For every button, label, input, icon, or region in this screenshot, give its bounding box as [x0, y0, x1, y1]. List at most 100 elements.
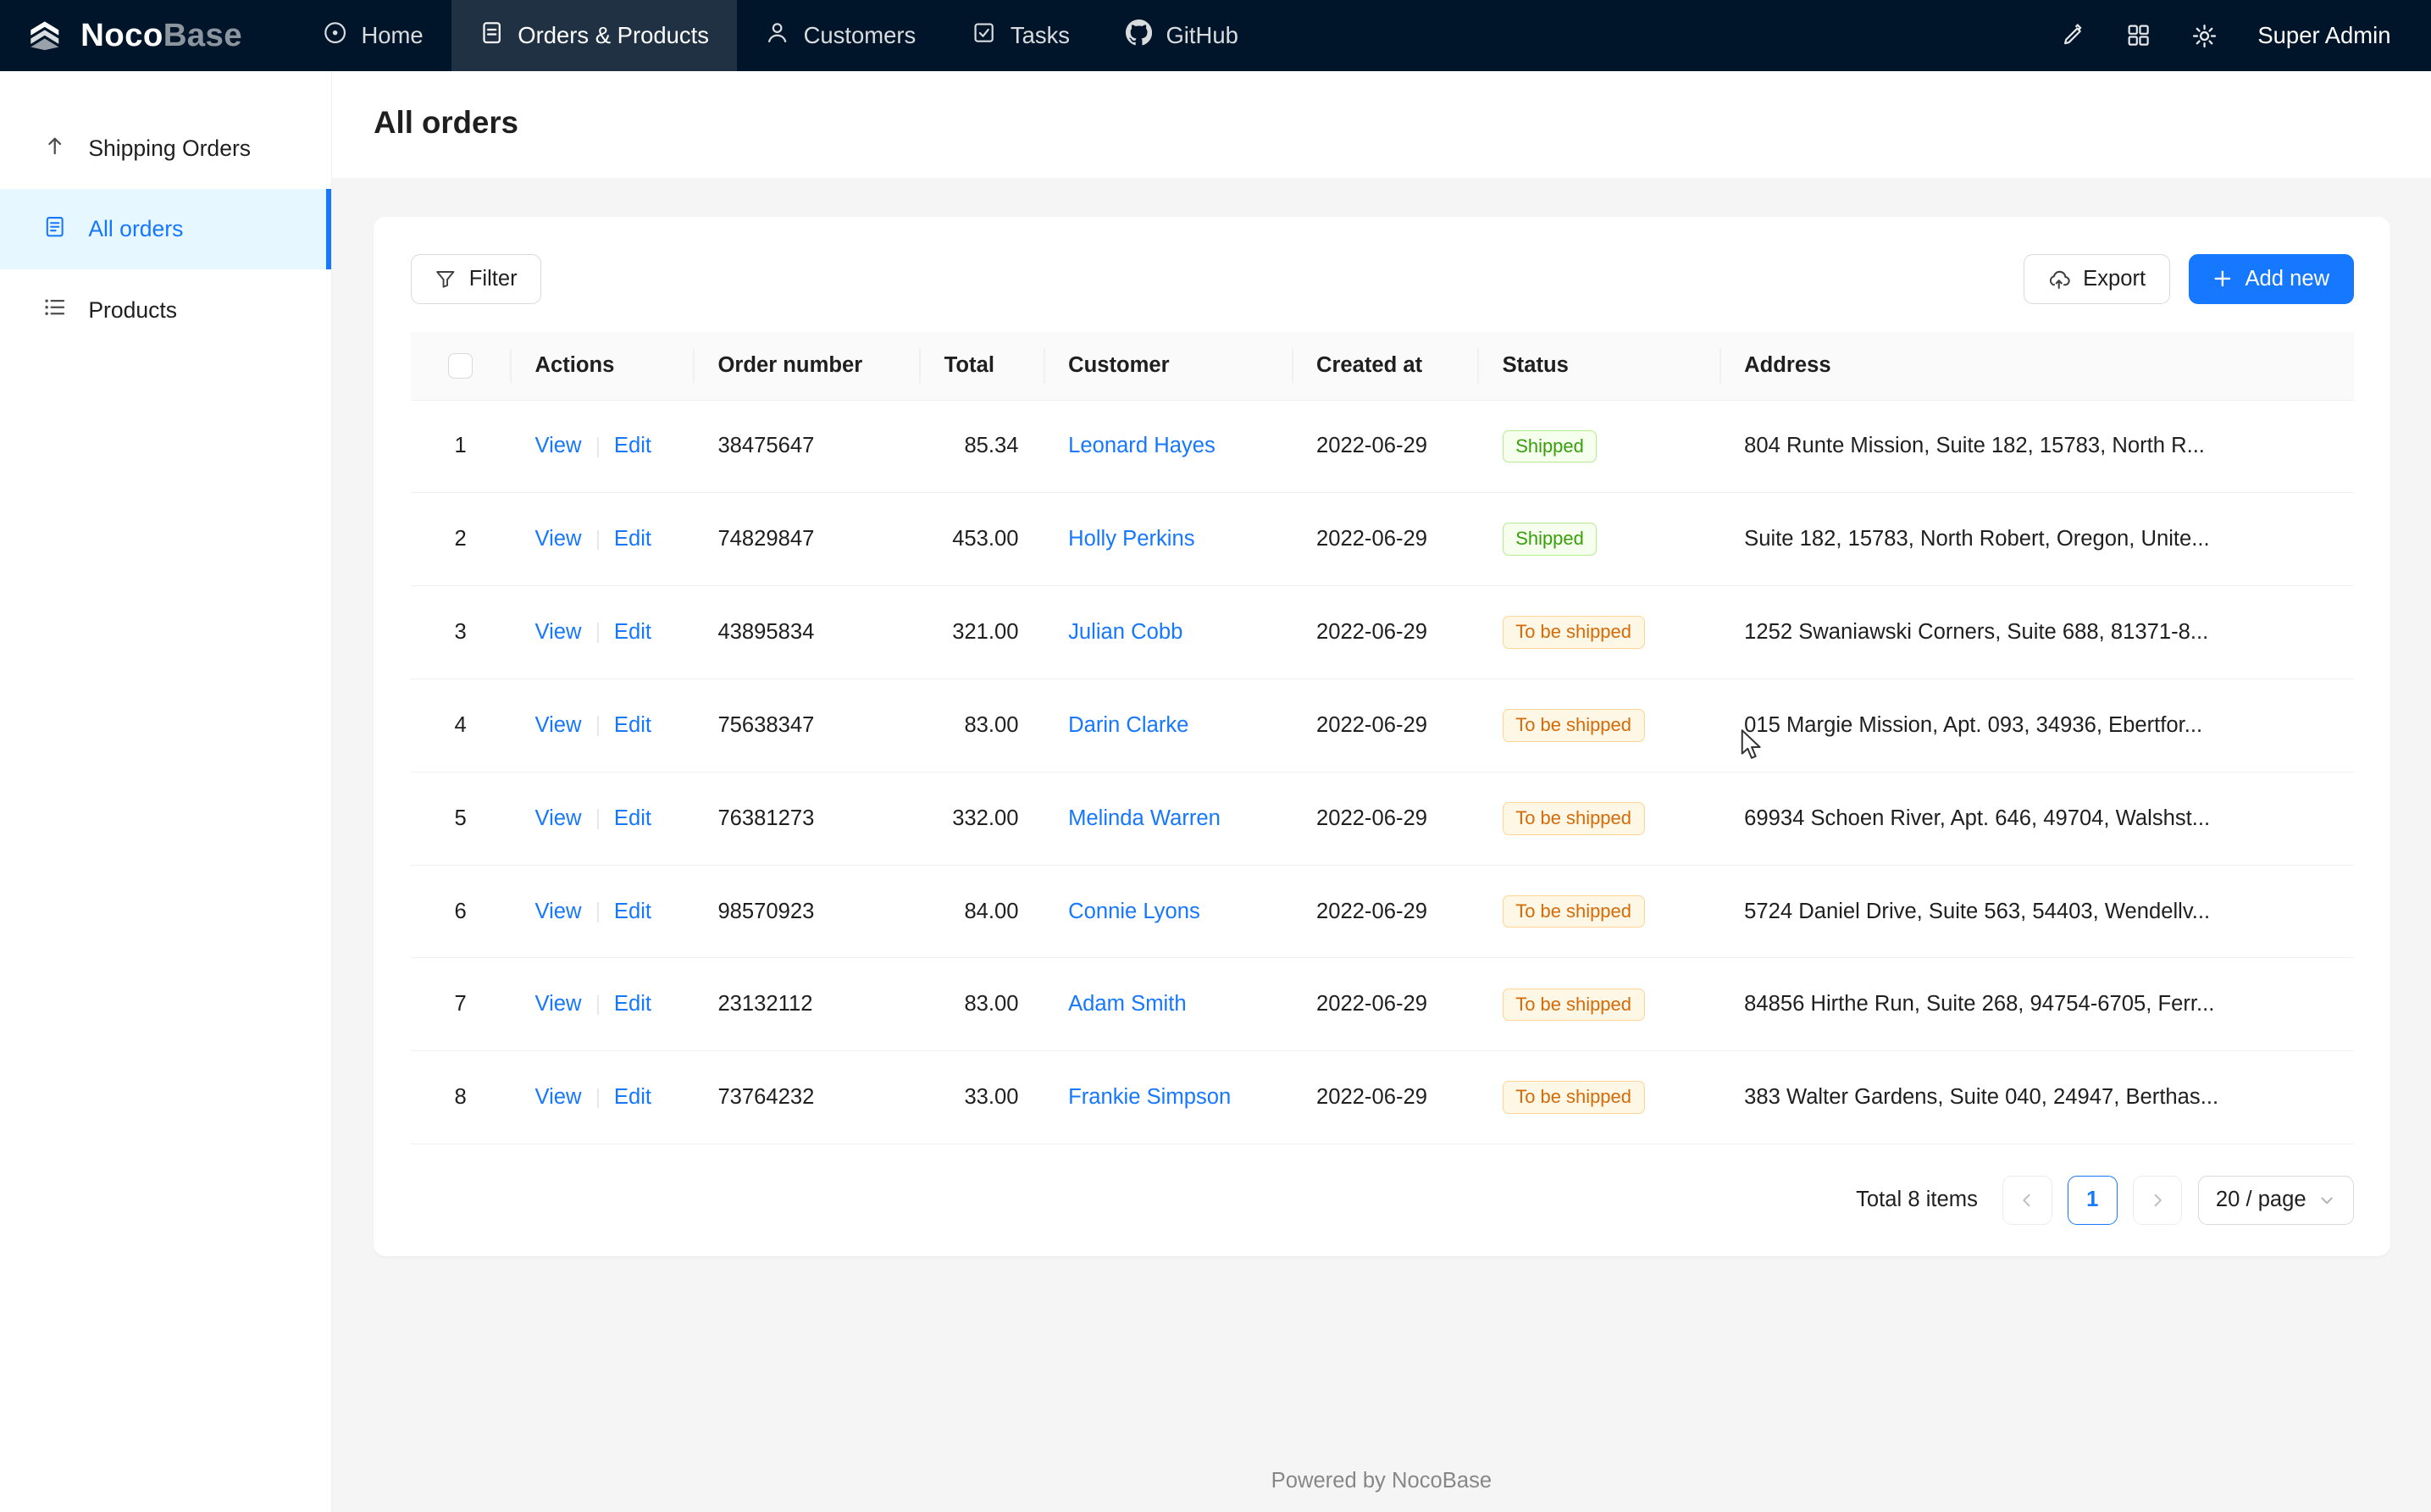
created-at-cell: 2022-06-29: [1292, 679, 1478, 773]
edit-link[interactable]: Edit: [614, 620, 651, 644]
col-header-actions: Actions: [510, 332, 693, 401]
order-number-cell: 76381273: [693, 772, 919, 865]
customer-link[interactable]: Leonard Hayes: [1068, 434, 1216, 457]
nav-label: GitHub: [1166, 22, 1238, 49]
next-page-button[interactable]: [2133, 1176, 2183, 1226]
customer-cell: Frankie Simpson: [1044, 1051, 1292, 1144]
table-row: 7 ViewEdit 23132112 83.00 Adam Smith 202…: [411, 958, 2354, 1051]
customer-link[interactable]: Adam Smith: [1068, 992, 1186, 1016]
add-new-button[interactable]: Add new: [2189, 254, 2354, 304]
plugin-manager-button[interactable]: [2126, 23, 2151, 47]
user-menu[interactable]: Super Admin: [2257, 22, 2390, 49]
nav-item-tasks[interactable]: Tasks: [944, 0, 1098, 71]
sidebar-item-label: Shipping Orders: [88, 136, 251, 162]
nav-item-home[interactable]: Home: [295, 0, 451, 71]
nav-label: Orders & Products: [518, 22, 709, 49]
status-cell: To be shipped: [1477, 679, 1719, 773]
filter-button[interactable]: Filter: [411, 254, 541, 304]
nav-item-customers[interactable]: Customers: [737, 0, 944, 71]
col-header-address: Address: [1719, 332, 2354, 401]
page-size-select[interactable]: 20 / page: [2198, 1176, 2354, 1226]
table-header: Actions Order number Total Customer Crea…: [411, 332, 2354, 401]
row-index: 3: [411, 586, 510, 679]
sidebar-item-all-orders[interactable]: All orders: [0, 189, 331, 269]
order-number-cell: 98570923: [693, 865, 919, 958]
nav-item-github[interactable]: GitHub: [1098, 0, 1266, 71]
sidebar-item-products[interactable]: Products: [0, 269, 331, 350]
view-link[interactable]: View: [534, 992, 581, 1016]
view-link[interactable]: View: [534, 1085, 581, 1109]
address-cell: 015 Margie Mission, Apt. 093, 34936, Ebe…: [1719, 679, 2354, 773]
page-1-button[interactable]: 1: [2068, 1176, 2118, 1226]
created-at-cell: 2022-06-29: [1292, 865, 1478, 958]
customer-cell: Leonard Hayes: [1044, 400, 1292, 493]
customer-link[interactable]: Darin Clarke: [1068, 713, 1188, 737]
view-link[interactable]: View: [534, 806, 581, 830]
ui-editor-button[interactable]: [2061, 23, 2085, 47]
github-icon: [1126, 19, 1152, 52]
table-row: 6 ViewEdit 98570923 84.00 Connie Lyons 2…: [411, 865, 2354, 958]
customer-link[interactable]: Julian Cobb: [1068, 620, 1182, 644]
page-header: All orders: [332, 71, 2431, 178]
brand[interactable]: NocoBase: [0, 0, 295, 71]
table-row: 4 ViewEdit 75638347 83.00 Darin Clarke 2…: [411, 679, 2354, 773]
total-cell: 332.00: [919, 772, 1043, 865]
filter-label: Filter: [469, 267, 518, 291]
created-at-cell: 2022-06-29: [1292, 772, 1478, 865]
system-settings-button[interactable]: [2191, 23, 2218, 49]
order-number-cell: 23132112: [693, 958, 919, 1051]
address-cell: 84856 Hirthe Run, Suite 268, 94754-6705,…: [1719, 958, 2354, 1051]
export-label: Export: [2083, 267, 2146, 291]
edit-link[interactable]: Edit: [614, 900, 651, 923]
export-icon: [2047, 268, 2070, 291]
row-index: 1: [411, 400, 510, 493]
view-link[interactable]: View: [534, 900, 581, 923]
edit-link[interactable]: Edit: [614, 1085, 651, 1109]
customer-link[interactable]: Connie Lyons: [1068, 900, 1200, 923]
row-index: 4: [411, 679, 510, 773]
order-number-cell: 38475647: [693, 400, 919, 493]
customer-link[interactable]: Holly Perkins: [1068, 527, 1194, 551]
status-badge: Shipped: [1503, 430, 1598, 463]
customers-icon: [765, 20, 789, 51]
view-link[interactable]: View: [534, 713, 581, 737]
action-divider: [597, 809, 599, 829]
export-button[interactable]: Export: [2024, 254, 2170, 304]
edit-link[interactable]: Edit: [614, 713, 651, 737]
status-badge: To be shipped: [1503, 802, 1645, 835]
col-header-order-number: Order number: [693, 332, 919, 401]
table-body: 1 ViewEdit 38475647 85.34 Leonard Hayes …: [411, 400, 2354, 1144]
created-at-cell: 2022-06-29: [1292, 958, 1478, 1051]
sidebar-item-label: All orders: [88, 216, 183, 242]
status-cell: To be shipped: [1477, 772, 1719, 865]
address-cell: 69934 Schoen River, Apt. 646, 49704, Wal…: [1719, 772, 2354, 865]
select-all-checkbox[interactable]: [448, 353, 473, 378]
prev-page-button[interactable]: [2002, 1176, 2052, 1226]
edit-link[interactable]: Edit: [614, 806, 651, 830]
sidebar-item-shipping-orders[interactable]: Shipping Orders: [0, 108, 331, 189]
edit-link[interactable]: Edit: [614, 434, 651, 457]
customer-link[interactable]: Melinda Warren: [1068, 806, 1221, 830]
action-divider: [597, 995, 599, 1016]
total-cell: 84.00: [919, 865, 1043, 958]
highlighter-icon: [2061, 23, 2085, 47]
row-actions: View Edit: [510, 958, 693, 1051]
row-actions: View Edit: [510, 1051, 693, 1144]
customer-cell: Julian Cobb: [1044, 586, 1292, 679]
edit-link[interactable]: Edit: [614, 527, 651, 551]
edit-link[interactable]: Edit: [614, 992, 651, 1016]
nav-label: Tasks: [1011, 22, 1070, 49]
brand-text: NocoBase: [80, 17, 242, 54]
view-link[interactable]: View: [534, 527, 581, 551]
top-nav: Home Orders & Products Customers Tasks: [295, 0, 1266, 71]
col-header-total: Total: [919, 332, 1043, 401]
nav-item-orders-products[interactable]: Orders & Products: [451, 0, 737, 71]
row-actions: View Edit: [510, 493, 693, 586]
customer-link[interactable]: Frankie Simpson: [1068, 1085, 1231, 1109]
topbar: NocoBase Home Orders & Products Customer…: [0, 0, 2431, 71]
action-divider: [597, 437, 599, 457]
view-link[interactable]: View: [534, 434, 581, 457]
address-cell: 804 Runte Mission, Suite 182, 15783, Nor…: [1719, 400, 2354, 493]
view-link[interactable]: View: [534, 620, 581, 644]
page-size-value: 20 / page: [2216, 1188, 2306, 1212]
